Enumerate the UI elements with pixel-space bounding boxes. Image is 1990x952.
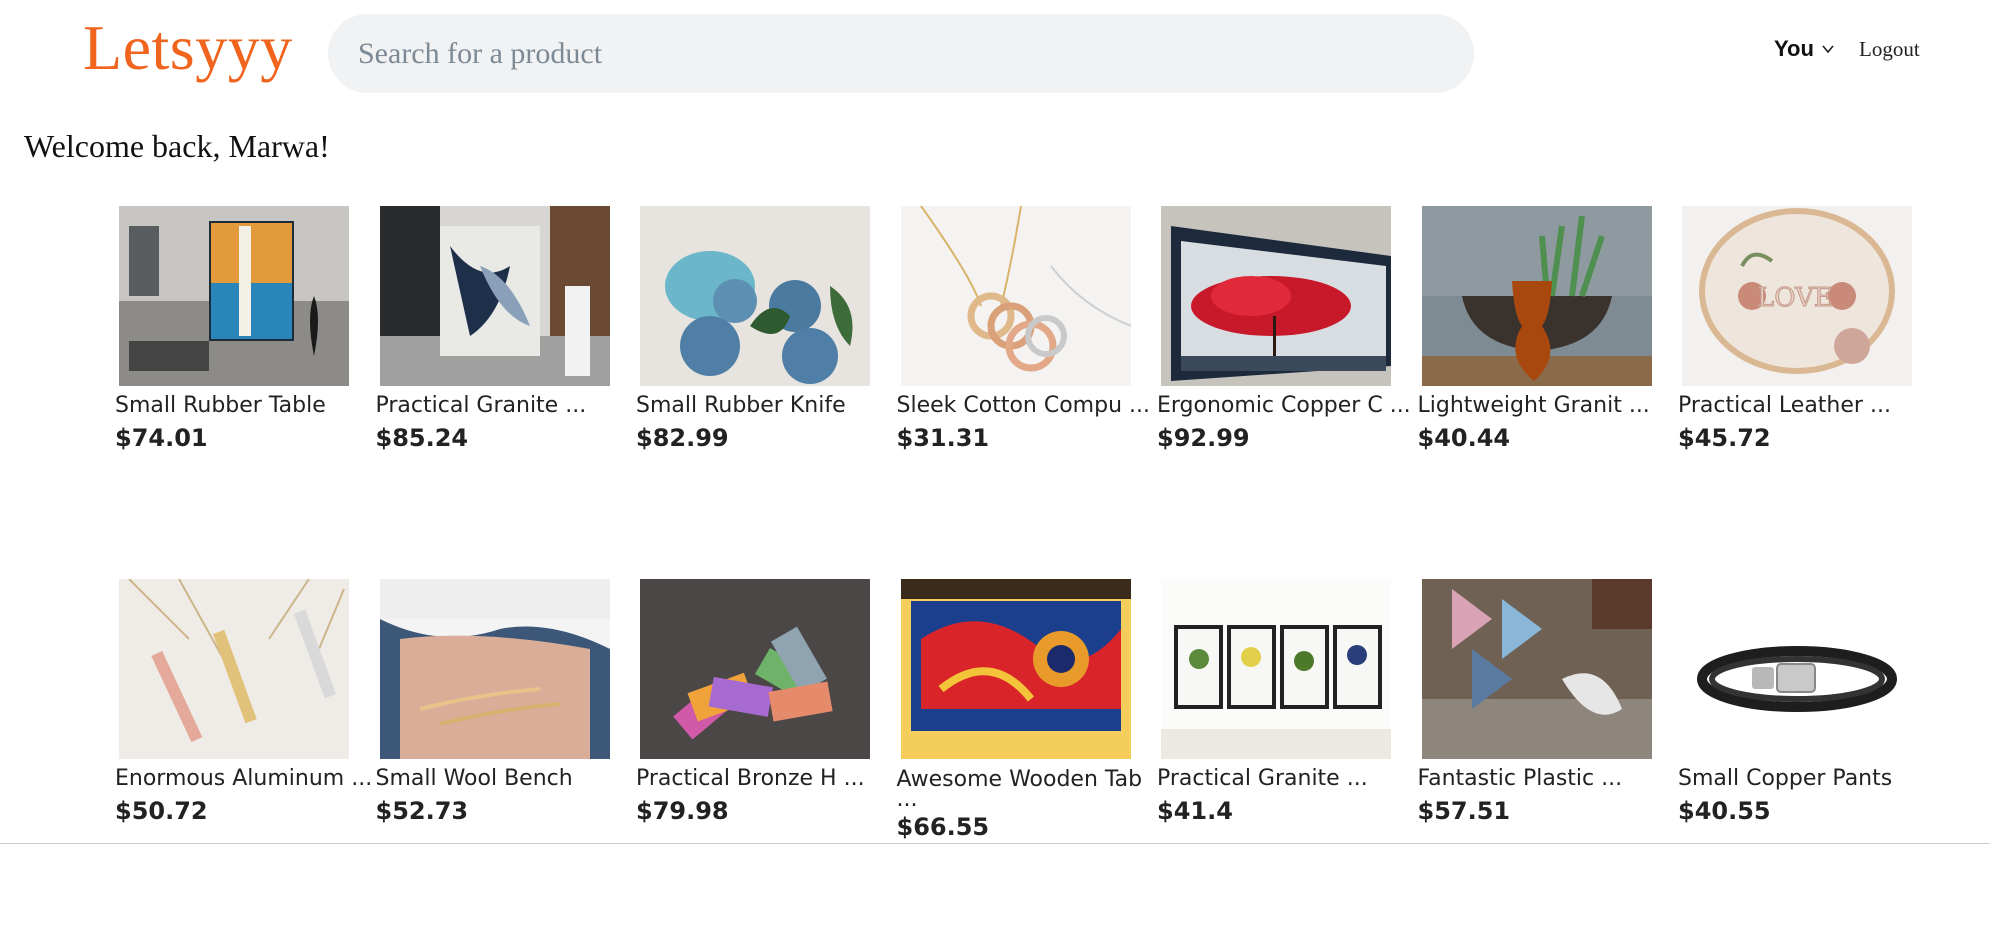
product-grid: Small Rubber Table $74.01 Practical Gran… xyxy=(115,206,1965,952)
product-image[interactable]: LOVE xyxy=(1682,206,1912,386)
product-title[interactable]: Enormous Aluminum ... xyxy=(115,764,372,794)
product-card[interactable]: Enormous Aluminum ... $50.72 xyxy=(115,579,372,952)
welcome-heading: Welcome back, Marwa! xyxy=(24,128,330,164)
product-image[interactable] xyxy=(379,579,610,759)
product-image[interactable] xyxy=(119,579,349,759)
product-title[interactable]: Small Rubber Knife xyxy=(636,391,866,421)
svg-text:LOVE: LOVE xyxy=(1757,283,1833,313)
product-title[interactable]: Small Rubber Table xyxy=(115,391,345,421)
product-image[interactable] xyxy=(1421,206,1652,386)
logout-link[interactable]: Logout xyxy=(1859,37,1920,62)
product-card[interactable]: Practical Bronze H ... $79.98 xyxy=(636,579,870,952)
chevron-down-icon xyxy=(1822,45,1834,54)
product-card[interactable]: Fantastic Plastic ... $57.51 xyxy=(1417,579,1652,952)
product-card[interactable]: Practical Granite ... $85.24 xyxy=(375,206,610,579)
product-image[interactable] xyxy=(900,579,1131,759)
product-card[interactable]: Small Rubber Table $74.01 xyxy=(115,206,349,579)
user-menu[interactable]: You xyxy=(1774,36,1836,62)
product-price: $41.4 xyxy=(1157,797,1233,825)
product-card[interactable]: Sleek Cotton Compu ... $31.31 xyxy=(896,206,1150,579)
product-title[interactable]: Sleek Cotton Compu ... xyxy=(897,391,1150,421)
product-card[interactable]: Lightweight Granit ... $40.44 xyxy=(1417,206,1652,579)
product-title[interactable]: Small Copper Pants xyxy=(1678,764,1908,794)
product-card[interactable]: Small Rubber Knife $82.99 xyxy=(636,206,870,579)
product-title[interactable]: Practical Bronze H ... xyxy=(636,764,866,794)
product-price: $82.99 xyxy=(636,424,729,452)
logo[interactable]: Letsyyy xyxy=(83,10,293,86)
product-image[interactable] xyxy=(900,206,1131,386)
search-input[interactable] xyxy=(356,35,1446,72)
product-card[interactable]: Practical Granite ... $41.4 xyxy=(1157,579,1391,952)
product-card[interactable]: Small Wool Bench $52.73 xyxy=(375,579,610,952)
product-image[interactable] xyxy=(640,206,870,386)
product-price: $52.73 xyxy=(375,797,469,825)
product-price: $66.55 xyxy=(896,813,990,841)
product-price: $92.99 xyxy=(1157,424,1250,452)
product-image[interactable] xyxy=(1161,206,1391,386)
product-price: $74.01 xyxy=(115,424,208,452)
product-image[interactable] xyxy=(1421,579,1652,759)
product-card[interactable]: Awesome Wooden Tab ... $66.55 xyxy=(896,579,1142,952)
product-title[interactable]: Practical Granite ... xyxy=(1157,764,1387,794)
user-menu-label: You xyxy=(1774,36,1814,61)
product-title[interactable]: Practical Leather ... xyxy=(1678,391,1908,421)
product-image[interactable] xyxy=(119,206,349,386)
product-price: $31.31 xyxy=(896,424,990,452)
product-price: $50.72 xyxy=(115,797,208,825)
product-card[interactable]: Small Copper Pants $40.55 xyxy=(1678,579,1912,952)
product-image[interactable] xyxy=(640,579,870,759)
search-bar[interactable] xyxy=(328,14,1474,93)
product-price: $85.24 xyxy=(375,424,469,452)
product-price: $79.98 xyxy=(636,797,729,825)
product-card[interactable]: Ergonomic Copper C ... $92.99 xyxy=(1157,206,1411,579)
product-price: $40.44 xyxy=(1417,424,1511,452)
product-card[interactable]: LOVE Practical Leather ... $45.72 xyxy=(1678,206,1912,579)
product-title[interactable]: Awesome Wooden Tab ... xyxy=(897,764,1147,811)
product-price: $40.55 xyxy=(1678,797,1771,825)
page-divider xyxy=(0,843,1990,844)
product-image[interactable] xyxy=(379,206,610,386)
product-title[interactable]: Lightweight Granit ... xyxy=(1418,391,1650,421)
product-image[interactable] xyxy=(1682,579,1912,759)
product-title[interactable]: Small Wool Bench xyxy=(376,764,606,794)
product-title[interactable]: Ergonomic Copper C ... xyxy=(1157,391,1411,421)
product-title[interactable]: Fantastic Plastic ... xyxy=(1418,764,1648,794)
product-price: $45.72 xyxy=(1678,424,1771,452)
product-title[interactable]: Practical Granite ... xyxy=(376,391,606,421)
product-price: $57.51 xyxy=(1417,797,1511,825)
product-image[interactable] xyxy=(1161,579,1391,759)
